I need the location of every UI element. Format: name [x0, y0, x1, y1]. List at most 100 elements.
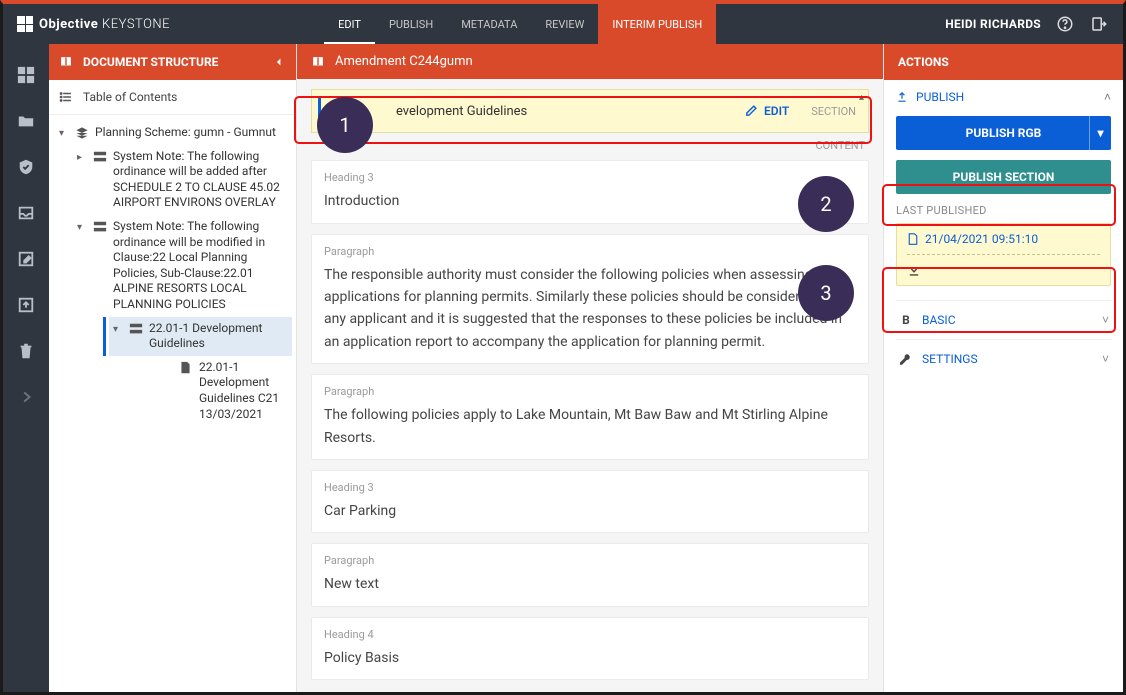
tree-node-b[interactable]: ▾ System Note: The following ordinance w… [73, 215, 292, 317]
tree-root-label: Planning Scheme: gumn - Gumnut [95, 125, 288, 141]
download-icon [907, 263, 921, 277]
last-published-box: 21/04/2021 09:51:10 [896, 223, 1111, 286]
tab-interim-publish[interactable]: INTERIM PUBLISH [598, 4, 716, 44]
doc-icon [179, 360, 193, 374]
logo-glyph [17, 16, 33, 32]
block-label: Paragraph [324, 385, 856, 398]
chevron-down-icon: ˅ [1102, 313, 1109, 327]
tree-root[interactable]: ▾ Planning Scheme: gumn - Gumnut [55, 121, 292, 145]
caret-down-icon[interactable]: ▾ [59, 125, 69, 140]
publish-section-label: PUBLISH SECTION [953, 170, 1055, 184]
block-content: The responsible authority must consider … [324, 264, 856, 354]
block-label: Heading 4 [324, 628, 856, 641]
stack-icon [75, 125, 89, 140]
section-icon [93, 219, 107, 234]
chevron-up-icon: ˄ [1104, 90, 1111, 104]
block-label: Paragraph [324, 245, 856, 258]
center-header: Amendment C244gumn [297, 44, 883, 79]
section-icon [93, 149, 107, 164]
tree-node-a[interactable]: ▸ System Note: The following ordinance w… [73, 145, 292, 215]
left-panel: DOCUMENT STRUCTURE Table of Contents ▾ P… [49, 44, 297, 692]
block-label: Heading 3 [324, 171, 856, 184]
settings-label: SETTINGS [922, 352, 978, 366]
app-logo: Objective KEYSTONE [3, 16, 184, 32]
publish-section-button[interactable]: PUBLISH SECTION [896, 160, 1111, 194]
edit-button[interactable]: EDIT [744, 104, 789, 118]
tab-review[interactable]: REVIEW [531, 4, 598, 44]
wrench-icon [898, 353, 914, 366]
tab-metadata[interactable]: METADATA [447, 4, 531, 44]
basic-label: BASIC [922, 313, 956, 327]
bold-b-icon: B [898, 313, 914, 327]
basic-row[interactable]: B BASIC ˅ [896, 300, 1111, 339]
collapse-left-icon[interactable] [272, 55, 286, 69]
block-label: Paragraph [324, 554, 856, 567]
right-panel: ACTIONS PUBLISH ˄ PUBLISH RGB ▾ PUBLISH … [883, 44, 1123, 692]
download-button[interactable] [907, 263, 1100, 277]
document-icon [907, 233, 919, 245]
section-icon [129, 321, 143, 336]
tree-node-selected[interactable]: ▾ 22.01-1 Development Guidelines [109, 317, 292, 356]
publish-rgb-dropdown[interactable]: ▾ [1089, 116, 1111, 150]
logo-light: KEYSTONE [102, 17, 170, 32]
book-icon [311, 55, 325, 69]
tab-edit[interactable]: EDIT [324, 4, 375, 44]
publish-label: PUBLISH [916, 90, 964, 104]
upload-icon [896, 91, 908, 103]
toc-header: Table of Contents [49, 80, 296, 115]
content-block[interactable]: Heading 3 Car Parking [311, 470, 869, 533]
last-published-label: LAST PUBLISHED [896, 204, 1111, 217]
list-icon [59, 90, 73, 104]
section-badge: SECTION [811, 105, 856, 118]
rail-trash-icon[interactable] [17, 342, 35, 360]
center-panel: Amendment C244gumn evelopment Guidelines… [297, 44, 883, 692]
caret-right-icon[interactable]: ▸ [77, 149, 87, 164]
collapse-section-icon[interactable]: ▴ [859, 92, 864, 103]
rail-export-icon[interactable] [17, 296, 35, 314]
tree-node-c[interactable]: ▸ 22.01-1 Development Guidelines C21 13/… [159, 356, 292, 426]
book-icon [59, 55, 73, 69]
section-title: evelopment Guidelines [396, 104, 527, 119]
nav-tabs: EDIT PUBLISH METADATA REVIEW INTERIM PUB… [324, 4, 716, 44]
content-block[interactable]: Paragraph The following policies apply t… [311, 374, 869, 460]
logo-text: Objective KEYSTONE [39, 17, 170, 32]
rail-folder-icon[interactable] [17, 112, 35, 130]
center-title: Amendment C244gumn [335, 54, 473, 69]
content-block[interactable]: Paragraph New text [311, 543, 869, 606]
help-icon[interactable] [1055, 14, 1075, 34]
publish-rgb-button[interactable]: PUBLISH RGB ▾ [896, 116, 1111, 150]
rail-dashboard-icon[interactable] [17, 66, 35, 84]
rail-edit-box-icon[interactable] [17, 250, 35, 268]
rail-inbox-icon[interactable] [17, 204, 35, 222]
publish-row[interactable]: PUBLISH ˄ [896, 90, 1111, 104]
toc-label: Table of Contents [83, 90, 177, 104]
right-panel-header: ACTIONS [884, 44, 1123, 80]
topbar-right: HEIDI RICHARDS [945, 14, 1123, 34]
content-block[interactable]: Heading 4 Policy Basis [311, 617, 869, 680]
settings-row[interactable]: SETTINGS ˅ [896, 339, 1111, 378]
block-content: Policy Basis [324, 647, 856, 669]
user-name: HEIDI RICHARDS [945, 17, 1041, 31]
tree-node-c-label: 22.01-1 Development Guidelines C21 13/03… [199, 360, 288, 422]
exit-icon[interactable] [1089, 14, 1109, 34]
content-block[interactable]: Paragraph The responsible authority must… [311, 234, 869, 365]
content-block[interactable]: Heading 3 Introduction [311, 160, 869, 223]
logo-bold: Objective [39, 17, 98, 32]
left-panel-header: DOCUMENT STRUCTURE [49, 44, 296, 80]
tab-publish[interactable]: PUBLISH [375, 4, 447, 44]
rail-collapse-icon[interactable] [17, 388, 35, 406]
chevron-down-icon: ˅ [1102, 352, 1109, 366]
side-rail [3, 44, 49, 692]
tree-node-selected-label: 22.01-1 Development Guidelines [149, 321, 288, 352]
caret-down-icon[interactable]: ▾ [77, 219, 87, 234]
rail-shield-icon[interactable] [17, 158, 35, 176]
selection-bar [318, 96, 321, 126]
left-panel-title: DOCUMENT STRUCTURE [83, 55, 218, 69]
publish-rgb-label: PUBLISH RGB [966, 126, 1042, 140]
block-content: New text [324, 573, 856, 595]
top-bar: Objective KEYSTONE EDIT PUBLISH METADATA… [3, 4, 1123, 44]
caret-down-icon[interactable]: ▾ [113, 321, 123, 336]
block-content: Car Parking [324, 500, 856, 522]
pencil-icon [744, 104, 758, 118]
actions-panel: PUBLISH ˄ PUBLISH RGB ▾ PUBLISH SECTION … [884, 80, 1123, 388]
